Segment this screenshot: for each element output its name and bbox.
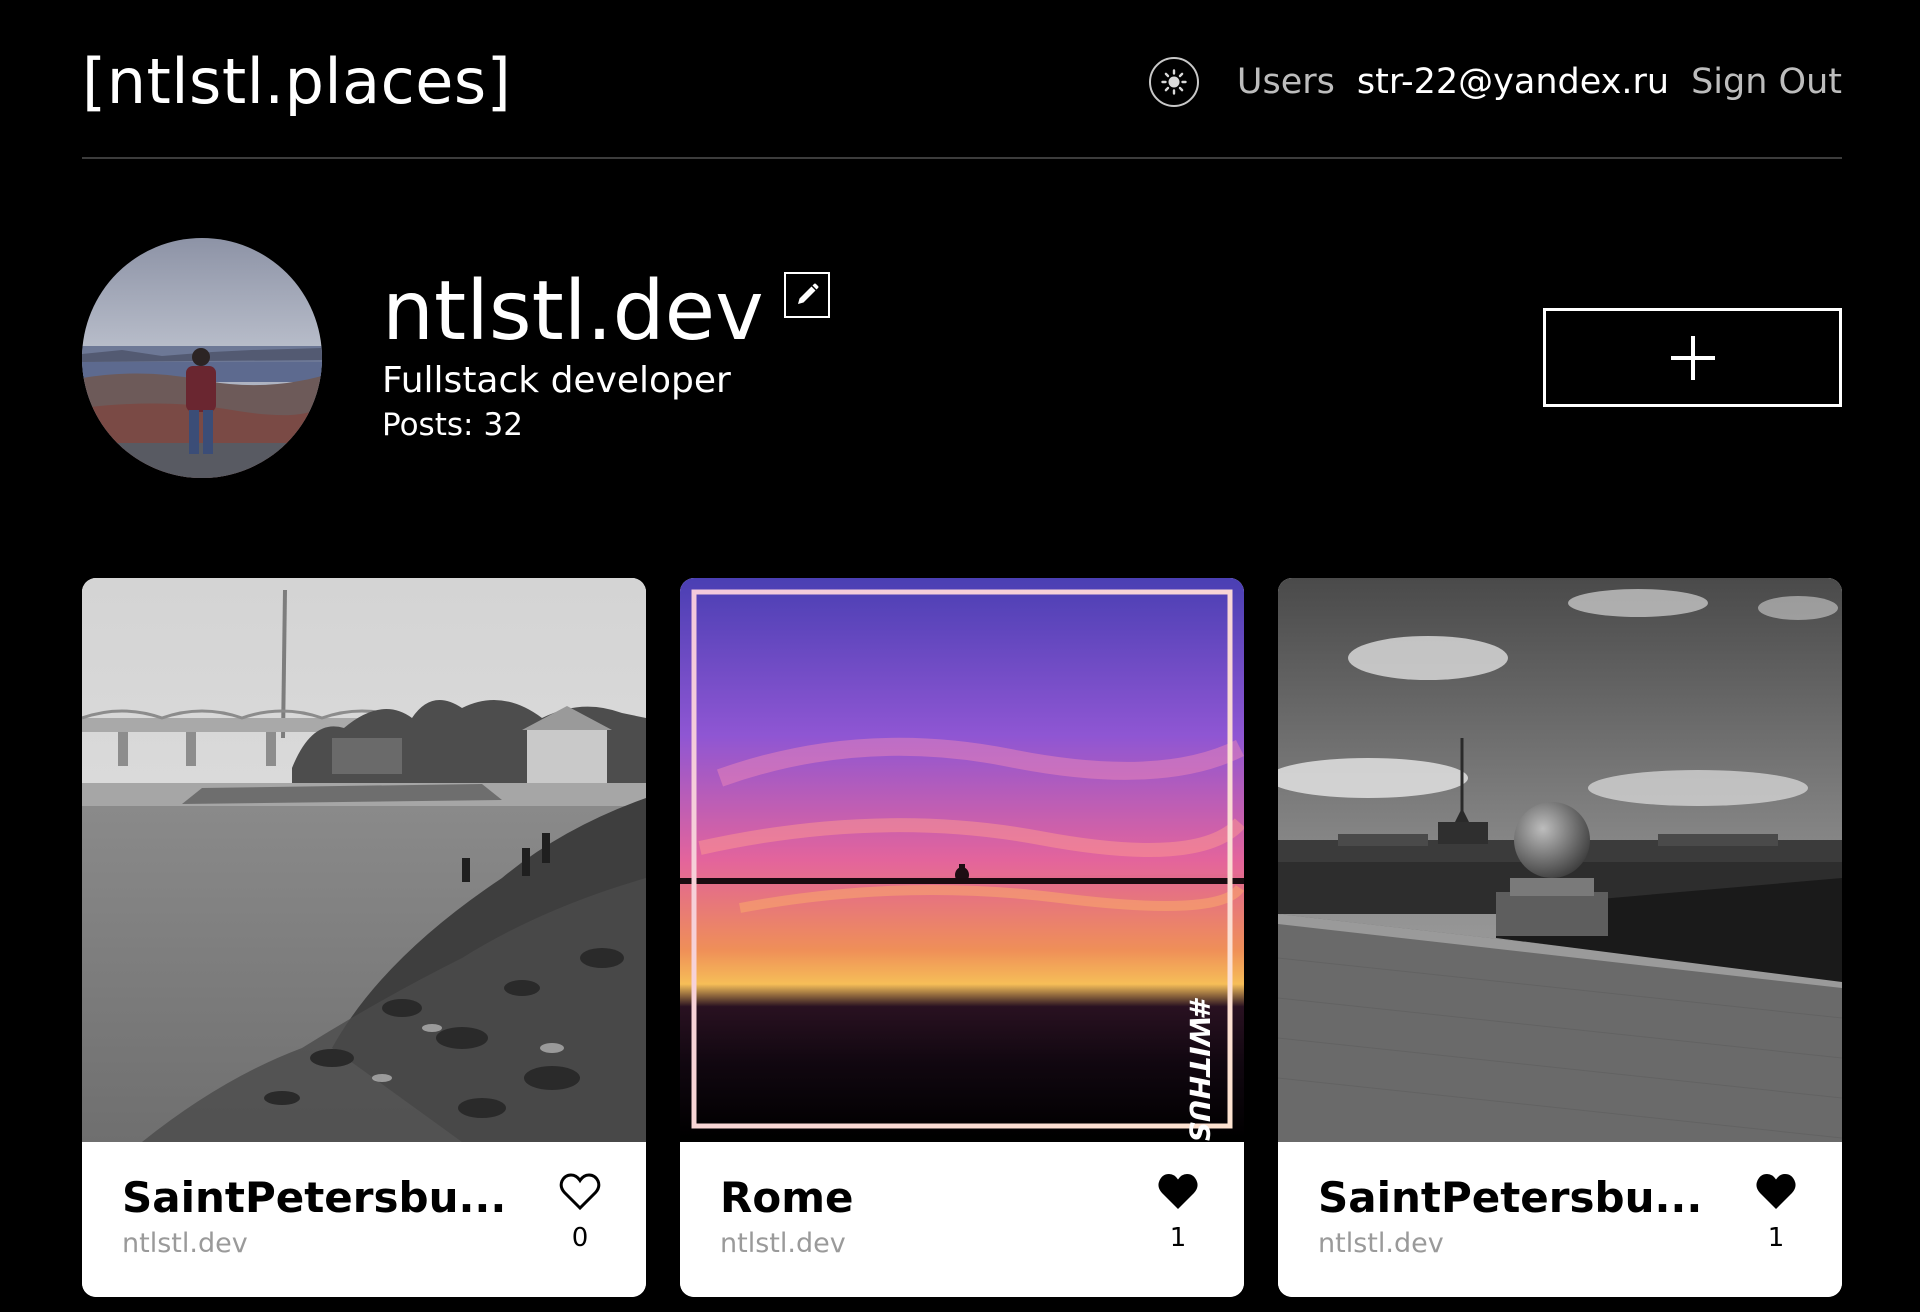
posts-label: Posts: [382, 407, 474, 443]
card-author[interactable]: ntlstl.dev [720, 1226, 846, 1262]
edit-profile-button[interactable] [784, 272, 830, 318]
nav-user-email[interactable]: str-22@yandex.ru [1357, 54, 1669, 110]
card-author[interactable]: ntlstl.dev [122, 1226, 248, 1262]
card-footer: SaintPetersbu... ntlstl.dev 1 [1278, 1142, 1842, 1297]
place-card: SaintPetersbu... ntlstl.dev 0 [82, 578, 646, 1297]
pencil-icon [798, 283, 819, 304]
profile-name: ntlstl.dev [382, 264, 764, 359]
nav-users-link[interactable]: Users [1237, 54, 1335, 110]
place-card: SaintPetersbu... ntlstl.dev 1 [1278, 578, 1842, 1297]
card-title[interactable]: SaintPetersbu... [122, 1172, 522, 1224]
add-place-button[interactable] [1543, 308, 1842, 407]
place-image[interactable] [1278, 578, 1842, 1142]
sun-icon [1161, 69, 1187, 95]
like-count: 1 [1767, 1223, 1785, 1253]
card-footer: Rome ntlstl.dev 1 [680, 1142, 1244, 1297]
profile-about: Fullstack developer [382, 360, 731, 401]
place-card: #WITHUS Rome ntlstl.dev 1 [680, 578, 1244, 1297]
card-author[interactable]: ntlstl.dev [1318, 1226, 1444, 1262]
like-count: 0 [571, 1223, 589, 1253]
heart-outline-icon [559, 1173, 601, 1211]
sign-out-link[interactable]: Sign Out [1691, 54, 1842, 110]
like-button[interactable] [1755, 1172, 1797, 1212]
posts-number: 32 [483, 407, 523, 443]
place-image[interactable] [82, 578, 646, 1142]
site-logo[interactable]: [ntlstl.places] [82, 44, 511, 120]
site-header: [ntlstl.places] Users str-22@yandex.ru S… [82, 0, 1842, 159]
theme-toggle-button[interactable] [1148, 57, 1199, 107]
profile-posts-count: Posts: 32 [382, 404, 523, 446]
image-hashtag: #WITHUS [1183, 996, 1216, 1142]
like-count: 1 [1169, 1223, 1187, 1253]
like-button[interactable] [559, 1172, 601, 1212]
heart-filled-icon [1756, 1174, 1796, 1209]
card-title[interactable]: Rome [720, 1172, 1120, 1224]
avatar[interactable] [82, 238, 322, 478]
avatar-photo [82, 238, 322, 478]
heart-filled-icon [1158, 1174, 1198, 1209]
card-title[interactable]: SaintPetersbu... [1318, 1172, 1718, 1224]
plus-icon [1670, 335, 1715, 380]
place-image[interactable]: #WITHUS [680, 578, 1244, 1142]
card-footer: SaintPetersbu... ntlstl.dev 0 [82, 1142, 646, 1297]
main-nav: Users str-22@yandex.ru Sign Out [1148, 54, 1842, 110]
like-button[interactable] [1157, 1172, 1199, 1212]
